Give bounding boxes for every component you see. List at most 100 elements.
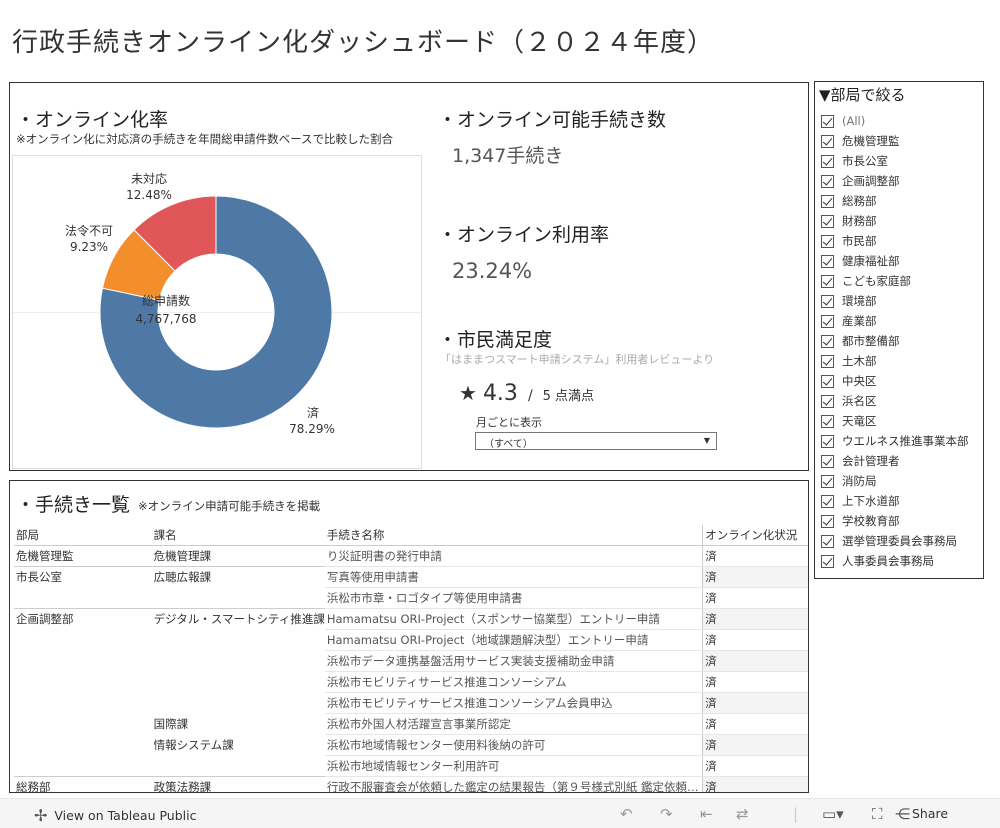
filter-item-label: 市長公室 — [842, 154, 888, 168]
filter-item[interactable]: 学校教育部 — [821, 511, 969, 531]
checkbox-icon[interactable] — [821, 254, 834, 268]
checkbox-icon[interactable] — [821, 354, 834, 368]
table-row[interactable]: 浜松市地域情報センター利用許可済 — [14, 755, 808, 777]
filter-item-label: こども家庭部 — [842, 274, 911, 288]
filter-item[interactable]: 選挙管理委員会事務局 — [821, 531, 969, 551]
checkbox-icon[interactable] — [821, 494, 834, 508]
checkbox-icon[interactable] — [821, 434, 834, 448]
filter-item[interactable]: 会計管理者 — [821, 451, 969, 471]
cell-section: デジタル・スマートシティ推進課 — [151, 608, 325, 630]
filter-item-label: 健康福祉部 — [842, 254, 900, 268]
share-icon[interactable]: ⋲ — [895, 805, 910, 823]
checkbox-icon[interactable] — [821, 294, 834, 308]
filter-item-label: 企画調整部 — [842, 174, 900, 188]
view-on-tableau-link[interactable]: ✢ View on Tableau Public — [34, 806, 196, 825]
satisfaction-note: 「はままつスマート申請システム」利用者レビューより — [440, 353, 715, 366]
col-status[interactable]: オンライン化状況 — [702, 525, 808, 546]
chevron-down-icon: ▼ — [703, 436, 710, 445]
rating: ★ 4.3 / 5 点満点 — [459, 381, 594, 406]
filter-item-label: 学校教育部 — [842, 514, 900, 528]
month-filter-select[interactable]: （すべて） ▼ — [475, 432, 717, 450]
filter-item[interactable]: 都市整備部 — [821, 331, 969, 351]
filter-list: (All) 危機管理監市長公室企画調整部総務部 財務部 市民部健康福祉部こども家庭部環… — [821, 111, 969, 571]
col-dept[interactable]: 部局 — [14, 525, 152, 546]
checkbox-icon[interactable] — [821, 554, 834, 568]
table-row[interactable]: 国際課 浜松市外国人材活躍宣言事業所認定済 — [14, 713, 808, 735]
filter-item[interactable]: 産業部 — [821, 311, 969, 331]
checkbox-icon[interactable] — [821, 334, 834, 348]
revert-icon[interactable]: ⇤ — [700, 805, 713, 823]
filter-item[interactable]: 上下水道部 — [821, 491, 969, 511]
donut-chart[interactable]: 総申請数 4,767,768 済 78.29% 法令不可 9.23% 未対応 1… — [12, 155, 422, 469]
filter-item-label: 産業部 — [842, 314, 877, 328]
fullscreen-icon[interactable]: ⛶ — [872, 805, 883, 823]
table-row[interactable]: Hamamatsu ORI-Project（地域課題解決型）エントリー申請済 — [14, 629, 808, 651]
table-row[interactable]: 企画調整部 デジタル・スマートシティ推進課 Hamamatsu ORI-Projec… — [14, 608, 808, 630]
checkbox-icon[interactable] — [821, 394, 834, 408]
table-row[interactable]: 危機管理監 危機管理課 り災証明書の発行申請済 — [14, 545, 808, 567]
checkbox-icon[interactable] — [821, 414, 834, 428]
filter-item[interactable]: (All) — [821, 111, 969, 131]
filter-item[interactable]: 総務部 — [821, 191, 969, 211]
filter-item[interactable]: 人事委員会事務局 — [821, 551, 969, 571]
checkbox-icon[interactable] — [821, 234, 834, 248]
tableau-toolbar: ✢ View on Tableau Public ↶ ↷ ⇤ ⇄ | ▭▾ ⛶ … — [0, 798, 1000, 828]
filter-item[interactable]: 企画調整部 — [821, 171, 969, 191]
table-row[interactable]: 市長公室 広聴広報課 写真等使用申請書済 — [14, 566, 808, 588]
usage-value: 23.24% — [452, 259, 533, 283]
filter-item[interactable]: 財務部 — [821, 211, 969, 231]
checkbox-icon[interactable] — [821, 274, 834, 288]
cell-status: 済 — [702, 713, 808, 735]
checkbox-icon[interactable] — [821, 174, 834, 188]
table-row[interactable]: 情報システム課 浜松市地域情報センター使用料後納の許可済 — [14, 734, 808, 756]
filter-item[interactable]: 市民部 — [821, 231, 969, 251]
star-icon: ★ — [459, 381, 477, 405]
table-row[interactable]: 浜松市市章・ロゴタイプ等使用申請書済 — [14, 587, 808, 609]
filter-item[interactable]: 中央区 — [821, 371, 969, 391]
filter-item[interactable]: 土木部 — [821, 351, 969, 371]
checkbox-icon[interactable] — [821, 514, 834, 528]
filter-item[interactable]: 天竜区 — [821, 411, 969, 431]
checkbox-icon[interactable] — [821, 154, 834, 168]
filter-item[interactable]: 健康福祉部 — [821, 251, 969, 271]
checkbox-icon[interactable] — [821, 314, 834, 328]
filter-item[interactable]: 市長公室 — [821, 151, 969, 171]
filter-item[interactable]: こども家庭部 — [821, 271, 969, 291]
table-row[interactable]: 総務部 政策法務課 行政不服審査会が依頼した鑑定の結果報告（第９号様式別紙 鑑定依頼… — [14, 776, 808, 792]
filter-item[interactable]: 危機管理監 — [821, 131, 969, 151]
cell-dept — [14, 756, 152, 777]
cell-status: 済 — [702, 566, 808, 588]
table-row[interactable]: 浜松市モビリティサービス推進コンソーシアム会員申込済 — [14, 692, 808, 714]
cell-name: 行政不服審査会が依頼した鑑定の結果報告（第９号様式別紙 鑑定依頼… — [324, 776, 703, 792]
cell-name: 浜松市モビリティサービス推進コンソーシアム会員申込 — [324, 692, 703, 714]
device-preview-icon[interactable]: ▭▾ — [822, 805, 844, 823]
cell-dept: 総務部 — [14, 776, 152, 792]
cell-section — [152, 672, 325, 693]
col-section[interactable]: 課名 — [151, 525, 325, 546]
filter-item-label: 浜名区 — [842, 394, 877, 408]
count-value: 1,347手続き — [452, 145, 564, 167]
month-filter-label: 月ごとに表示 — [476, 416, 542, 429]
undo-icon[interactable]: ↶ — [620, 805, 633, 823]
cell-name: 浜松市データ連携基盤活用サービス実装支援補助金申請 — [324, 650, 703, 672]
filter-item[interactable]: 浜名区 — [821, 391, 969, 411]
filter-item[interactable]: ウエルネス推進事業本部 — [821, 431, 969, 451]
checkbox-icon[interactable] — [821, 454, 834, 468]
checkbox-icon[interactable] — [821, 194, 834, 208]
share-button[interactable]: Share — [912, 806, 948, 821]
checkbox-icon[interactable] — [821, 114, 834, 128]
table-row[interactable]: 浜松市データ連携基盤活用サービス実装支援補助金申請済 — [14, 650, 808, 672]
checkbox-icon[interactable] — [821, 474, 834, 488]
redo-icon[interactable]: ↷ — [660, 805, 673, 823]
filter-item[interactable]: 環境部 — [821, 291, 969, 311]
refresh-icon[interactable]: ⇄ — [736, 805, 749, 823]
table-row[interactable]: 浜松市モビリティサービス推進コンソーシアム済 — [14, 671, 808, 693]
filter-item[interactable]: 消防局 — [821, 471, 969, 491]
filter-item-label: 会計管理者 — [842, 454, 900, 468]
col-name[interactable]: 手続き名称 — [324, 525, 703, 546]
checkbox-icon[interactable] — [821, 214, 834, 228]
checkbox-icon[interactable] — [821, 134, 834, 148]
checkbox-icon[interactable] — [821, 374, 834, 388]
checkbox-icon[interactable] — [821, 534, 834, 548]
cell-section: 危機管理課 — [153, 549, 212, 563]
